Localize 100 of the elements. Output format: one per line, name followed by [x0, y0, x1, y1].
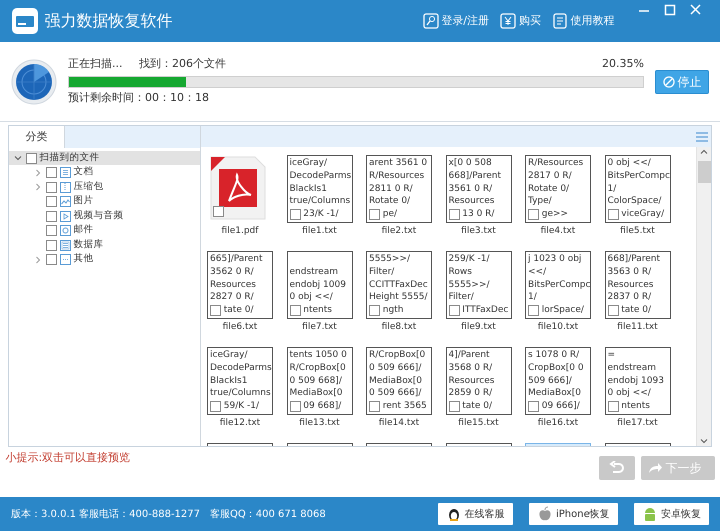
image-icon	[60, 196, 70, 207]
checkbox[interactable]	[528, 304, 539, 316]
file-item[interactable]: 668]/Parent 3563 0 R/ Resources 2837 0 R/ tate 0/ file11.txt	[602, 251, 672, 342]
chevron-right-icon[interactable]	[33, 254, 43, 264]
forward-arrow-icon	[646, 460, 662, 475]
file-preview: arent 3561 0 R/Resources 2811 0 R/ Rotate 0/ pe/	[366, 155, 432, 224]
undo-icon	[609, 461, 625, 476]
footer-button[interactable]: iPhone恢复	[529, 503, 618, 525]
status-info: 版本：3.0.0.1 客服电话：400-888-1277 客服QQ：400 671 8068	[11, 508, 326, 522]
file-name: file2.txt	[380, 225, 418, 238]
file-item[interactable]: 4]/Parent 3568 0 R/ Resources 2859 0 R/ tate 0/ file15.txt	[444, 347, 514, 438]
checkbox[interactable]	[369, 400, 380, 412]
file-item[interactable]: endstream endobj 1009 0 obj <</ ntents file7.txt	[284, 251, 354, 342]
file-item[interactable]: s 1078 0 R/ CropBox[0 0 509 666]/ MediaBox[0 09 666]/ file16.txt	[523, 347, 593, 438]
tree-item[interactable]: 文档	[73, 165, 94, 180]
scroll-down-icon[interactable]	[699, 436, 709, 446]
tree-item[interactable]: 其他	[73, 252, 94, 267]
scrollbar[interactable]	[696, 147, 711, 446]
checkbox[interactable]	[528, 400, 539, 412]
footer-button[interactable]: 安卓恢复	[634, 503, 709, 525]
file-preview: 4]/Parent 3568 0 R/ Resources 2859 0 R/ tate 0/	[446, 347, 512, 416]
tree-item[interactable]: 压缩包	[73, 180, 104, 194]
file-preview: 668]/Parent 3563 0 R/ Resources 2837 0 R/ tate 0/	[604, 251, 670, 320]
tree-item[interactable]: 数据库	[73, 238, 104, 252]
checkbox[interactable]	[290, 208, 300, 220]
checkbox[interactable]	[26, 152, 37, 164]
checkbox[interactable]	[448, 400, 460, 412]
file-preview: endstream endobj 1009 0 obj <</ ntents	[286, 251, 352, 320]
chevron-right-icon[interactable]	[33, 168, 43, 178]
file-preview: j 1023 0 obj <</ BitsPerCompc 1/ lorSpace/	[525, 251, 591, 320]
file-name: file3.txt	[460, 225, 497, 238]
file-item[interactable]: R/Resources 2817 0 R/ Rotate 0/ Type/ ge>> file4.txt	[523, 155, 593, 246]
file-preview: R/Resources 2817 0 R/ Rotate 0/ Type/ ge>>	[525, 155, 591, 224]
tree-item[interactable]: 视频与音频	[73, 208, 124, 224]
database-icon	[60, 240, 70, 250]
file-item[interactable]: iceGray/ DecodeParms BlackIs1 true/Columns 23/K -1/ file1.txt	[284, 155, 354, 246]
checkbox[interactable]	[290, 400, 300, 412]
header-link[interactable]: 登录/注册	[422, 12, 489, 30]
drive-icon	[11, 7, 39, 35]
checkbox[interactable]	[210, 400, 221, 412]
checkbox[interactable]	[608, 208, 618, 220]
checkbox[interactable]	[213, 206, 224, 218]
header-link[interactable]: 购买	[500, 12, 541, 30]
file-name: file6.txt	[222, 321, 258, 334]
checkbox[interactable]	[290, 304, 300, 316]
category-tab[interactable]: 分类	[9, 126, 65, 148]
document-icon	[60, 167, 70, 178]
checkbox[interactable]	[46, 254, 57, 265]
tree-item[interactable]: 图片	[73, 194, 94, 209]
play-icon	[60, 210, 70, 222]
file-item[interactable]: j 1023 0 obj <</ BitsPerCompc 1/ lorSpace/ file10.txt	[523, 251, 593, 342]
checkbox[interactable]	[46, 167, 57, 178]
file-item[interactable]: tents 1050 0 R/CropBox[0 0 509 668]/ MediaBox[0 09 668]/ file13.txt	[284, 347, 354, 438]
progress-percent: 20.35%	[602, 56, 644, 72]
checkbox[interactable]	[46, 240, 57, 250]
menu-icon[interactable]	[696, 132, 708, 142]
file-preview: iceGray/ DecodeParms BlackIs1 true/Columns 23/K -1/	[286, 155, 352, 224]
checkbox[interactable]	[210, 304, 221, 316]
document-icon	[552, 13, 568, 29]
chevron-down-icon[interactable]	[13, 153, 23, 163]
at-sign-icon	[60, 225, 70, 236]
tree-item-label[interactable]: 扫描到的文件	[40, 150, 100, 166]
yen-icon	[500, 13, 516, 29]
file-item[interactable]: 259/K -1/ Rows 5555>>/ Filter/ ITTFaxDec file9.txt	[444, 251, 514, 342]
file-item[interactable]: x[0 0 508 668]/Parent 3561 0 R/ Resources 13 0 R/ file3.txt	[444, 155, 514, 246]
file-item[interactable]: file1.pdf	[205, 155, 275, 246]
file-preview: iceGray/ DecodeParms BlackIs1 true/Columns 59/K -1/	[207, 347, 273, 416]
checkbox[interactable]	[369, 208, 380, 220]
chevron-right-icon[interactable]	[33, 182, 43, 192]
header-link[interactable]: 使用教程	[552, 12, 614, 30]
file-preview: s 1078 0 R/ CropBox[0 0 509 666]/ MediaBox[0 09 666]/	[525, 347, 591, 416]
file-item[interactable]: = endstream endobj 1093 0 obj <</ ntents file17.txt	[602, 347, 672, 438]
file-item[interactable]: 665]/Parent 3562 0 R/ Resources 2827 0 R/ tate 0/ file6.txt	[205, 251, 275, 342]
checkbox[interactable]	[46, 210, 57, 222]
file-item[interactable]: R/CropBox[0 0 509 666]/ MediaBox[0 0 509 666]/ rent 3565 file14.txt	[364, 347, 434, 438]
file-name: file14.txt	[378, 417, 420, 430]
checkbox[interactable]	[46, 182, 57, 192]
checkbox[interactable]	[369, 304, 380, 316]
file-item[interactable]: 5555>>/ Filter/ CCITTFaxDec Height 5555/ ngth file8.txt	[364, 251, 434, 342]
file-name: file1.txt	[301, 225, 338, 238]
tree-item[interactable]: 邮件	[73, 223, 94, 238]
archive-icon	[60, 182, 70, 192]
checkbox[interactable]	[448, 304, 460, 316]
scroll-thumb[interactable]	[698, 161, 710, 184]
file-preview: 5555>>/ Filter/ CCITTFaxDec Height 5555/ ngth	[366, 251, 432, 320]
file-item[interactable]: arent 3561 0 R/Resources 2811 0 R/ Rotate 0/ pe/ file2.txt	[364, 155, 434, 246]
checkbox[interactable]	[608, 400, 618, 412]
checkbox[interactable]	[46, 196, 57, 207]
file-item[interactable]: iceGray/ DecodeParms BlackIs1 true/Columns 59/K -1/ file12.txt	[205, 347, 275, 438]
checkbox[interactable]	[608, 304, 618, 316]
file-name: file1.pdf	[220, 225, 260, 238]
file-item[interactable]: 0 obj <</ BitsPerCompc 1/ ColorSpace/ viceGray/ file5.txt	[602, 155, 672, 246]
checkbox[interactable]	[528, 208, 539, 220]
footer-button[interactable]: 在线客服	[438, 503, 513, 525]
checkbox[interactable]	[46, 225, 57, 236]
file-name: file8.txt	[380, 321, 418, 334]
file-name: file11.txt	[616, 321, 659, 334]
stop-icon	[662, 76, 675, 88]
remaining-time: 预计剩余时间：00：10：18	[68, 90, 210, 106]
checkbox[interactable]	[448, 208, 460, 220]
